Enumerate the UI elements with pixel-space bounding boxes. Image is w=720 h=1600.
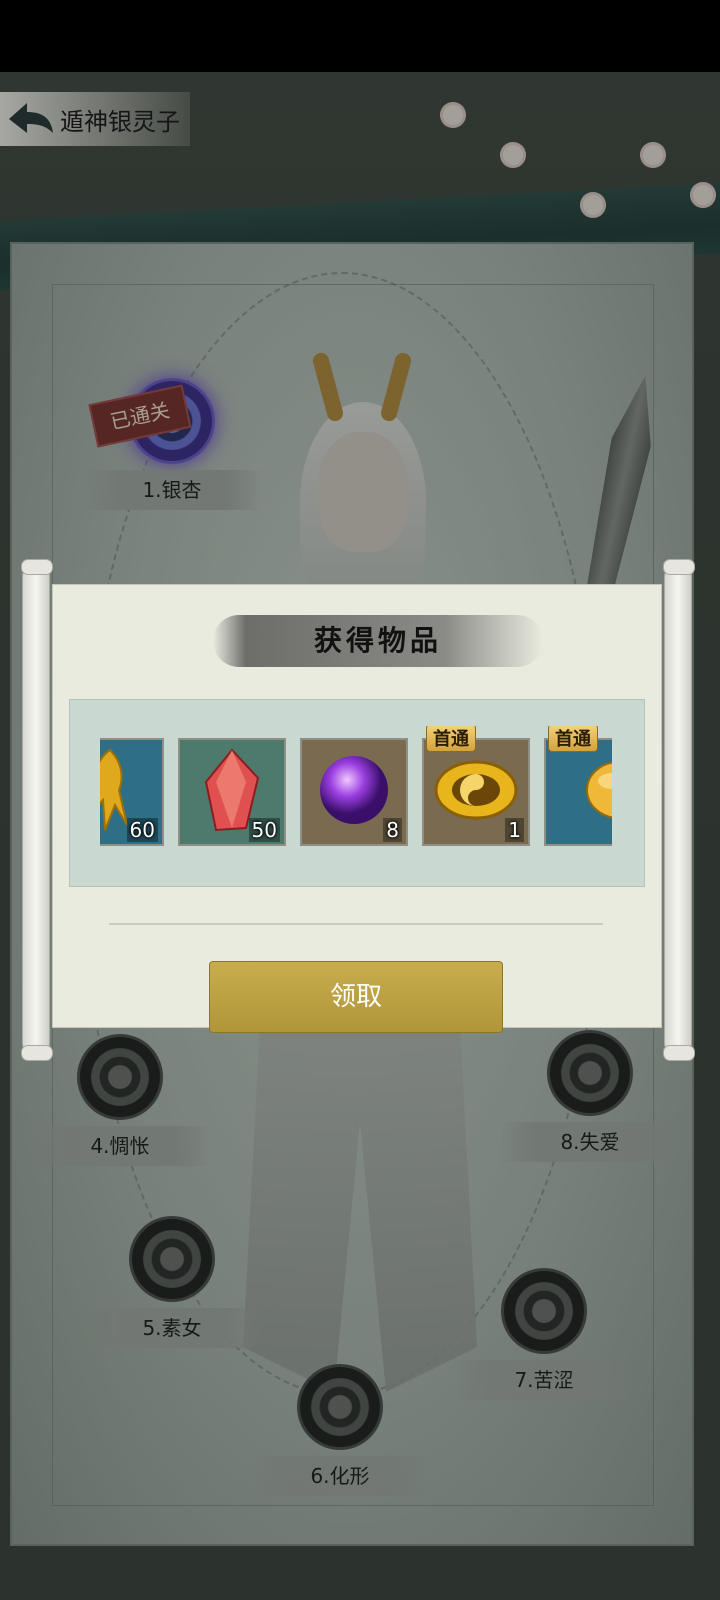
- claim-button[interactable]: 领取: [209, 961, 503, 1033]
- purple-orb-icon: [316, 752, 392, 832]
- item-count: 60: [126, 818, 158, 842]
- reward-item[interactable]: 60: [100, 738, 164, 846]
- reward-item[interactable]: [544, 738, 612, 846]
- item-count: 8: [383, 818, 402, 842]
- gold-ingot-icon: [584, 757, 612, 827]
- first-clear-badge: 首通: [548, 726, 598, 752]
- reward-items-list[interactable]: 60 50 8 1 首通 首通: [100, 726, 612, 852]
- reward-item[interactable]: 8: [300, 738, 408, 846]
- first-clear-badge: 首通: [426, 726, 476, 752]
- divider: [69, 917, 643, 931]
- item-count: 50: [248, 818, 280, 842]
- reward-dialog-body: 获得物品 60 50 8 1 首通 首通 领取: [52, 584, 662, 1033]
- reward-item[interactable]: 1: [422, 738, 530, 846]
- item-count: 1: [505, 818, 524, 842]
- right-scroll-rod: [663, 559, 695, 1061]
- golden-coin-icon: [434, 757, 518, 827]
- back-button[interactable]: 遁神银灵子: [0, 92, 190, 146]
- left-scroll-rod: [21, 559, 53, 1061]
- reward-items-panel[interactable]: 60 50 8 1 首通 首通: [69, 699, 645, 887]
- dialog-title: 获得物品: [313, 624, 442, 657]
- reward-dialog: 获得物品 60 50 8 1 首通 首通 领取: [21, 559, 695, 1061]
- page-title: 遁神银灵子: [60, 107, 180, 136]
- reward-item[interactable]: 50: [178, 738, 286, 846]
- status-bar: [0, 0, 720, 72]
- back-arrow-icon: [0, 92, 60, 146]
